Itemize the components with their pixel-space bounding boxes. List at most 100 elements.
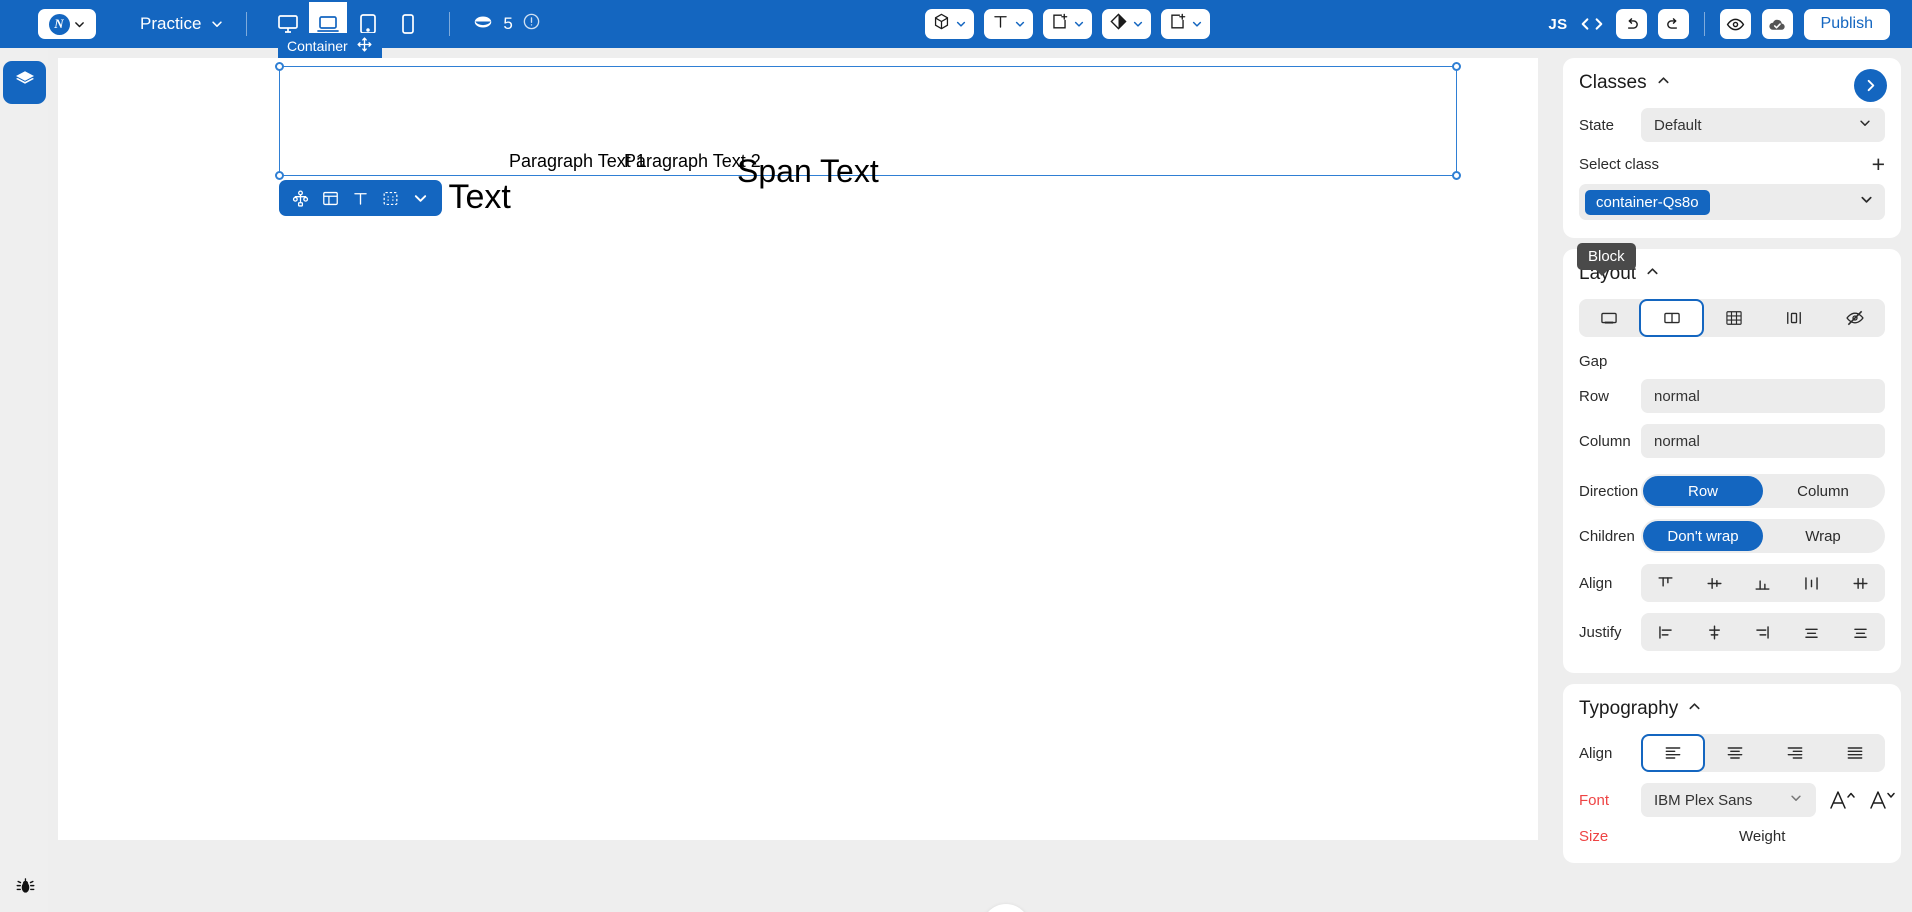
selected-class-chip[interactable]: container-Qs8o bbox=[1585, 189, 1710, 215]
chevron-up-icon[interactable] bbox=[1687, 698, 1702, 720]
add-box-icon bbox=[1168, 12, 1187, 36]
text-align-right-icon[interactable] bbox=[1765, 734, 1825, 772]
chevron-down-icon bbox=[1858, 116, 1872, 134]
classes-title: Classes bbox=[1579, 72, 1647, 93]
weight-label: Weight bbox=[1739, 828, 1786, 845]
info-icon bbox=[522, 12, 541, 36]
justify-center-icon[interactable] bbox=[1690, 613, 1739, 651]
tool-component-add[interactable] bbox=[925, 9, 974, 39]
align-start-icon[interactable] bbox=[1641, 564, 1690, 602]
page-canvas[interactable]: Container Paragraph Text 1 Paragraph Tex… bbox=[58, 33, 1538, 840]
gap-label: Gap bbox=[1579, 353, 1608, 370]
direction-column-option[interactable]: Column bbox=[1763, 476, 1883, 506]
align-center-icon[interactable] bbox=[1690, 564, 1739, 602]
move-icon[interactable] bbox=[356, 36, 373, 56]
tool-element-add[interactable] bbox=[1043, 9, 1092, 39]
justify-between-icon[interactable] bbox=[1787, 613, 1836, 651]
js-button[interactable]: JS bbox=[1548, 16, 1567, 33]
children-row: Children Don't wrap Wrap bbox=[1579, 519, 1885, 553]
select-class-label: Select class bbox=[1579, 156, 1660, 173]
justify-start-icon[interactable] bbox=[1641, 613, 1690, 651]
display-mode-flex-columns[interactable] bbox=[1764, 299, 1824, 337]
align-baseline-icon[interactable] bbox=[1836, 564, 1885, 602]
state-value: Default bbox=[1654, 116, 1702, 134]
gap-column-value: normal bbox=[1654, 432, 1700, 450]
chevron-down-icon bbox=[1191, 18, 1203, 30]
direction-row: Direction Row Column bbox=[1579, 474, 1885, 508]
tool-text-add[interactable] bbox=[984, 9, 1033, 39]
saved-status-button[interactable] bbox=[1761, 9, 1793, 39]
dashed-box-icon[interactable] bbox=[377, 184, 404, 212]
align-row: Align bbox=[1579, 564, 1885, 602]
children-wrap-group: Don't wrap Wrap bbox=[1641, 519, 1885, 553]
ai-assistant-button[interactable] bbox=[982, 904, 1030, 912]
selection-badge[interactable]: Container bbox=[278, 33, 382, 58]
typography-header[interactable]: Typography bbox=[1579, 698, 1885, 720]
project-name-dropdown[interactable]: Practice bbox=[140, 14, 224, 34]
hierarchy-icon[interactable] bbox=[287, 184, 314, 212]
gap-column-input[interactable]: normal bbox=[1641, 424, 1885, 458]
text-align-left-icon[interactable] bbox=[1641, 734, 1705, 772]
text-align-center-icon[interactable] bbox=[1705, 734, 1765, 772]
resize-handle-top-right[interactable] bbox=[1452, 62, 1461, 71]
chevron-down-icon bbox=[1073, 18, 1085, 30]
text-t-icon bbox=[991, 12, 1010, 36]
selection-badge-label: Container bbox=[287, 37, 348, 54]
justify-around-icon[interactable] bbox=[1836, 613, 1885, 651]
gap-row-value: normal bbox=[1654, 387, 1700, 405]
chevron-up-icon[interactable] bbox=[1645, 263, 1660, 285]
chevron-up-icon[interactable] bbox=[1656, 72, 1671, 94]
align-stretch-icon[interactable] bbox=[1787, 564, 1836, 602]
code-brackets-icon[interactable] bbox=[1579, 14, 1605, 34]
chevron-down-icon bbox=[1014, 18, 1026, 30]
decrease-font-icon[interactable] bbox=[1868, 787, 1898, 813]
publish-button[interactable]: Publish bbox=[1803, 8, 1890, 40]
breakpoint-mobile[interactable] bbox=[389, 2, 427, 46]
align-end-icon[interactable] bbox=[1739, 564, 1788, 602]
issue-indicator[interactable]: 5 bbox=[472, 11, 540, 38]
increase-font-icon[interactable] bbox=[1828, 787, 1858, 813]
chevron-down-icon bbox=[210, 17, 224, 31]
canvas-span-text[interactable]: Span Text bbox=[737, 153, 879, 190]
sidebar-item-layers[interactable] bbox=[3, 61, 46, 104]
layout-section: Layout Block bbox=[1563, 243, 1901, 673]
justify-end-icon[interactable] bbox=[1739, 613, 1788, 651]
text-align-justify-icon[interactable] bbox=[1825, 734, 1885, 772]
canvas-area[interactable]: Container Paragraph Text 1 Paragraph Tex… bbox=[48, 33, 1552, 912]
children-dont-wrap-option[interactable]: Don't wrap bbox=[1643, 521, 1763, 551]
display-mode-grid[interactable] bbox=[1704, 299, 1764, 337]
publish-label: Publish bbox=[1820, 15, 1873, 32]
layout-icon[interactable] bbox=[317, 184, 344, 212]
preview-button[interactable] bbox=[1719, 9, 1751, 39]
state-select[interactable]: Default bbox=[1641, 108, 1885, 142]
debug-bug-icon[interactable] bbox=[12, 873, 38, 899]
text-t-icon[interactable] bbox=[347, 184, 374, 212]
chevron-down-icon bbox=[1859, 192, 1874, 212]
select-class-row: Select class + bbox=[1579, 153, 1885, 176]
children-wrap-option[interactable]: Wrap bbox=[1763, 521, 1883, 551]
display-mode-block[interactable] bbox=[1579, 299, 1639, 337]
resize-handle-bottom-right[interactable] bbox=[1452, 171, 1461, 180]
expand-panel-button[interactable] bbox=[1854, 69, 1887, 102]
direction-row-option[interactable]: Row bbox=[1643, 476, 1763, 506]
display-mode-none[interactable] bbox=[1825, 299, 1885, 337]
tool-style-add[interactable] bbox=[1102, 9, 1151, 39]
redo-button[interactable] bbox=[1657, 9, 1689, 39]
app-logo-button[interactable]: N bbox=[38, 9, 96, 39]
toolbar-divider bbox=[449, 12, 451, 36]
gap-column-row: Column normal bbox=[1579, 424, 1885, 458]
font-select[interactable]: IBM Plex Sans bbox=[1641, 783, 1816, 817]
resize-handle-top-left[interactable] bbox=[275, 62, 284, 71]
add-class-button[interactable]: + bbox=[1872, 153, 1885, 176]
chevron-down-icon[interactable] bbox=[407, 184, 434, 212]
resize-handle-bottom-left[interactable] bbox=[275, 171, 284, 180]
align-label: Align bbox=[1579, 574, 1613, 592]
class-select-field[interactable]: container-Qs8o bbox=[1579, 184, 1885, 220]
classes-header[interactable]: Classes bbox=[1579, 72, 1885, 94]
gap-row-input[interactable]: normal bbox=[1641, 379, 1885, 413]
tool-section-add[interactable] bbox=[1161, 9, 1210, 39]
chevron-down-icon bbox=[1789, 791, 1803, 809]
display-mode-flex[interactable] bbox=[1639, 299, 1704, 337]
undo-button[interactable] bbox=[1615, 9, 1647, 39]
size-weight-row: Size Weight bbox=[1579, 828, 1885, 845]
